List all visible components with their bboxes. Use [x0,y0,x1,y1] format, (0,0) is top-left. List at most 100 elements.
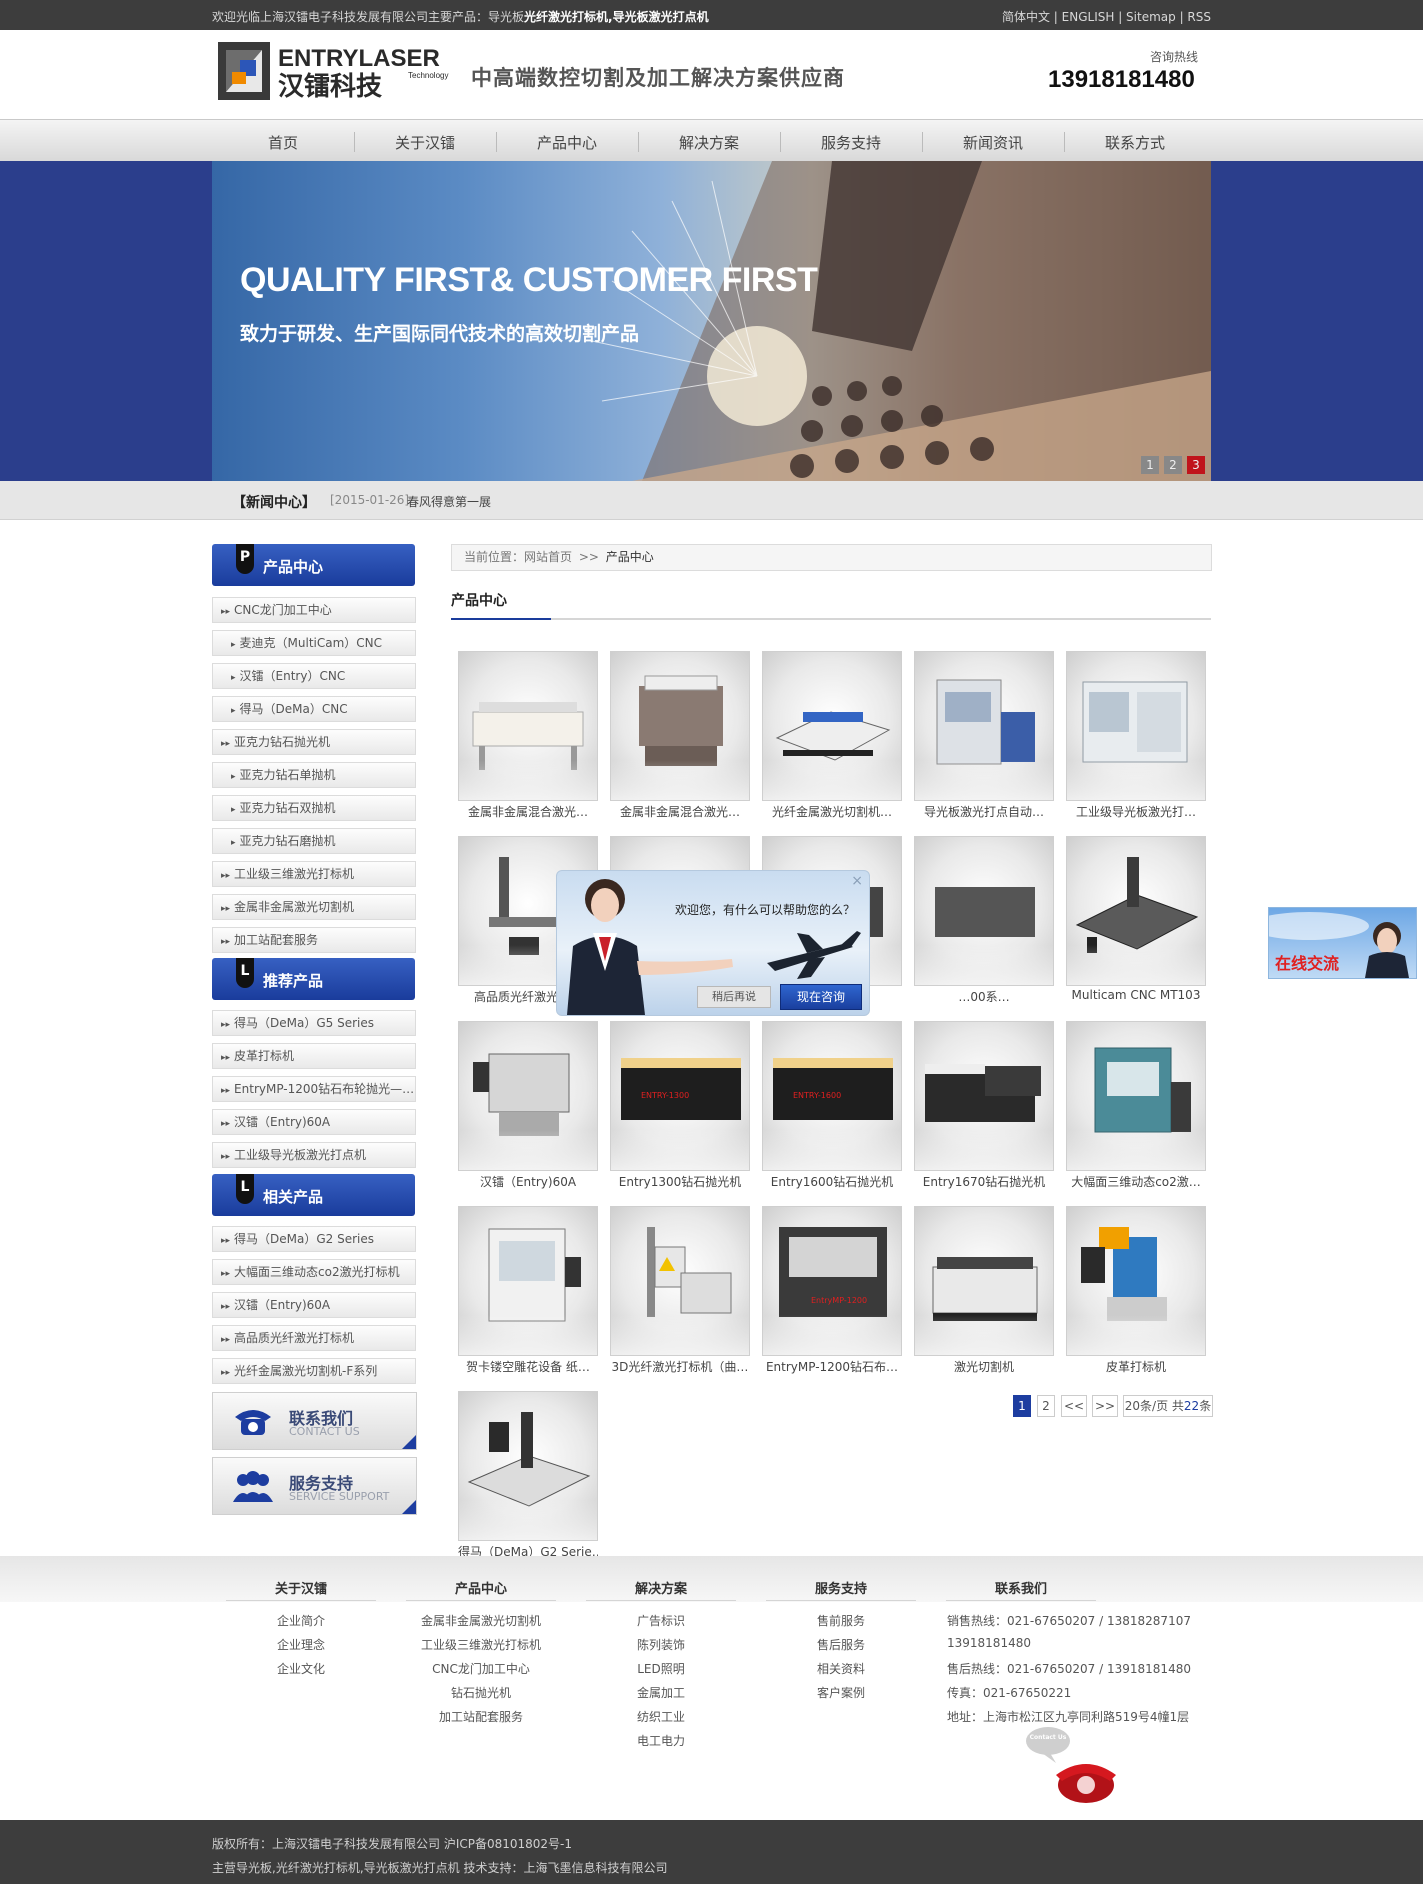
product-image[interactable]: ENTRY-1300 [610,1021,750,1171]
product-name[interactable]: 工业级导光板激光打… [1066,803,1206,820]
product-image[interactable] [458,1391,598,1541]
sidebar-link[interactable]: ▸ 亚克力钻石双抛机 [212,795,416,821]
product-name[interactable]: Entry1300钻石抛光机 [610,1173,750,1190]
banner-dot[interactable]: 1 [1141,456,1159,474]
consult-now-button[interactable]: 现在咨询 [780,984,862,1010]
page-number-button[interactable]: 1 [1013,1395,1031,1417]
sidebar-link[interactable]: ▸▸ 高品质光纤激光打标机 [212,1325,416,1351]
footer-link[interactable]: 售后服务 [766,1636,916,1653]
close-icon[interactable]: × [851,873,863,889]
product-card[interactable]: ENTRY-1300 Entry1300钻石抛光机 [610,1021,750,1189]
product-card[interactable]: EntryMP-1200 EntryMP-1200钻石布… [762,1206,902,1374]
phone-icon[interactable]: Contact Us [1026,1725,1126,1807]
footer-link[interactable]: CNC龙门加工中心 [406,1660,556,1677]
product-name[interactable]: 皮革打标机 [1066,1358,1206,1375]
footer-link[interactable]: 工业级三维激光打标机 [406,1636,556,1653]
product-name[interactable]: 贺卡镂空雕花设备 纸… [458,1358,598,1375]
product-card[interactable]: 得马（DeMa）G2 Serie… [458,1391,598,1559]
news-headline-link[interactable]: 春风得意第一展 [407,493,491,510]
online-chat-widget[interactable]: 在线交流 [1268,907,1417,979]
prev-page-button[interactable]: << [1061,1395,1087,1417]
sidebar-link[interactable]: ▸ 得马（DeMa）CNC [212,696,416,722]
product-name[interactable]: 光纤金属激光切割机… [762,803,902,820]
footer-link[interactable]: 售前服务 [766,1612,916,1629]
product-image[interactable]: EntryMP-1200 [762,1206,902,1356]
sidebar-link[interactable]: ▸▸ 大幅面三维动态co2激光打标机 [212,1259,416,1285]
contact-us-box[interactable]: 联系我们 CONTACT US [212,1392,417,1450]
product-image[interactable] [1066,836,1206,986]
product-name[interactable]: Entry1670钻石抛光机 [914,1173,1054,1190]
product-card[interactable]: 皮革打标机 [1066,1206,1206,1374]
nav-item[interactable]: 产品中心 [496,132,638,153]
breadcrumb-home-link[interactable]: 网站首页 [524,550,572,564]
footer-link[interactable]: 金属加工 [586,1684,736,1701]
product-image[interactable] [458,1021,598,1171]
service-support-box[interactable]: 服务支持 SERVICE SUPPORT [212,1457,417,1515]
product-name[interactable]: 3D光纤激光打标机（曲… [610,1358,750,1375]
product-card[interactable]: 金属非金属混合激光… [458,651,598,819]
sidebar-link[interactable]: ▸▸ 得马（DeMa）G5 Series [212,1010,416,1036]
sidebar-link[interactable]: ▸▸ 加工站配套服务 [212,927,416,953]
footer-link[interactable]: 电工电力 [586,1732,736,1749]
later-button[interactable]: 稍后再说 [697,986,771,1008]
footer-link[interactable]: 企业理念 [226,1636,376,1653]
nav-item[interactable]: 关于汉镭 [354,132,496,153]
sidebar-link[interactable]: ▸▸ 汉镭（Entry)60A [212,1292,416,1318]
footer-link[interactable]: 加工站配套服务 [406,1708,556,1725]
product-card[interactable]: ENTRY-1600 Entry1600钻石抛光机 [762,1021,902,1189]
footer-link[interactable]: LED照明 [586,1660,736,1677]
product-card[interactable]: 3D光纤激光打标机（曲… [610,1206,750,1374]
product-name[interactable]: 金属非金属混合激光… [610,803,750,820]
product-name[interactable]: EntryMP-1200钻石布… [762,1358,902,1375]
banner-slide[interactable]: QUALITY FIRST& CUSTOMER FIRST 致力于研发、生产国际… [212,161,1211,481]
product-name[interactable]: Entry1600钻石抛光机 [762,1173,902,1190]
product-name[interactable]: 金属非金属混合激光… [458,803,598,820]
product-image[interactable] [1066,1021,1206,1171]
product-card[interactable]: …00系… [914,836,1054,1004]
product-card[interactable]: 工业级导光板激光打… [1066,651,1206,819]
product-name[interactable]: 激光切割机 [914,1358,1054,1375]
sidebar-link[interactable]: ▸▸ 汉镭（Entry)60A [212,1109,416,1135]
product-image[interactable] [610,1206,750,1356]
sidebar-link[interactable]: ▸ 亚克力钻石磨抛机 [212,828,416,854]
language-links[interactable]: 简体中文 | ENGLISH | Sitemap | RSS [1002,8,1211,25]
product-name[interactable]: 大幅面三维动态co2激… [1066,1173,1206,1190]
sidebar-link[interactable]: ▸ 麦迪克（MultiCam）CNC [212,630,416,656]
sidebar-link[interactable]: ▸ 亚克力钻石单抛机 [212,762,416,788]
product-image[interactable] [458,651,598,801]
sidebar-link[interactable]: ▸▸ 亚克力钻石抛光机 [212,729,416,755]
footer-link[interactable]: 纺织工业 [586,1708,736,1725]
banner-dot[interactable]: 2 [1164,456,1182,474]
sidebar-link[interactable]: ▸▸ EntryMP-1200钻石布轮抛光—… [212,1076,416,1102]
product-card[interactable]: 贺卡镂空雕花设备 纸… [458,1206,598,1374]
footer-link[interactable]: 广告标识 [586,1612,736,1629]
nav-item[interactable]: 首页 [212,132,354,153]
footer-link[interactable]: 金属非金属激光切割机 [406,1612,556,1629]
sidebar-link[interactable]: ▸▸ CNC龙门加工中心 [212,597,416,623]
footer-link[interactable]: 钻石抛光机 [406,1684,556,1701]
product-image[interactable] [1066,651,1206,801]
product-card[interactable]: 汉镭（Entry)60A [458,1021,598,1189]
nav-item[interactable]: 新闻资讯 [922,132,1064,153]
sidebar-link[interactable]: ▸▸ 金属非金属激光切割机 [212,894,416,920]
product-image[interactable] [914,651,1054,801]
footer-link[interactable]: 企业文化 [226,1660,376,1677]
product-card[interactable]: 光纤金属激光切割机… [762,651,902,819]
product-card[interactable]: 导光板激光打点自动… [914,651,1054,819]
product-image[interactable] [914,1206,1054,1356]
product-card[interactable]: 激光切割机 [914,1206,1054,1374]
sidebar-link[interactable]: ▸▸ 工业级导光板激光打点机 [212,1142,416,1168]
sidebar-link[interactable]: ▸▸ 工业级三维激光打标机 [212,861,416,887]
product-image[interactable] [458,1206,598,1356]
page-number-button[interactable]: 2 [1037,1395,1055,1417]
nav-item[interactable]: 解决方案 [638,132,780,153]
product-image[interactable] [1066,1206,1206,1356]
product-image[interactable] [610,651,750,801]
nav-item[interactable]: 联系方式 [1064,132,1206,153]
sidebar-link[interactable]: ▸▸ 光纤金属激光切割机-F系列 [212,1358,416,1384]
footer-link[interactable]: 客户案例 [766,1684,916,1701]
product-image[interactable] [762,651,902,801]
footer-link[interactable]: 企业简介 [226,1612,376,1629]
product-image[interactable] [914,836,1054,986]
product-image[interactable] [914,1021,1054,1171]
